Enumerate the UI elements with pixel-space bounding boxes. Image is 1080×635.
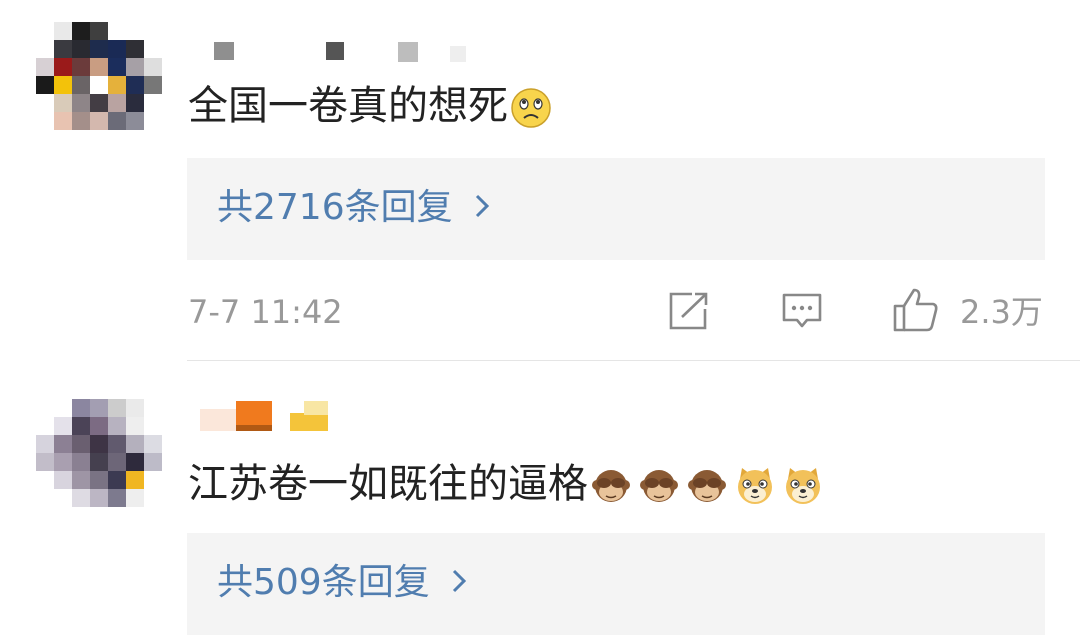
comment-text: 全国一卷真的想死 (188, 82, 558, 130)
reply-summary[interactable]: 共2716条回复 (187, 158, 1045, 260)
timestamp: 7-7 11:42 (188, 293, 343, 331)
see-no-evil-monkey-icon (592, 470, 630, 502)
edit-share-icon[interactable] (668, 291, 710, 331)
doge-icon (786, 468, 820, 504)
sad-face-icon (511, 88, 551, 128)
comment-text: 江苏卷一如既往的逼格 (188, 460, 830, 508)
doge-icon (738, 468, 772, 504)
thumbs-up-icon[interactable] (892, 286, 940, 334)
comment-icon[interactable] (781, 292, 823, 332)
view-replies-link[interactable]: 共2716条回复 (217, 184, 491, 232)
like-count: 2.3万 (960, 293, 1043, 331)
reply-summary[interactable]: 共509条回复 (187, 533, 1045, 635)
chevron-right-icon (475, 194, 489, 218)
see-no-evil-monkey-icon (688, 470, 726, 502)
avatar[interactable] (36, 399, 164, 527)
avatar[interactable] (36, 22, 164, 150)
divider (187, 360, 1080, 361)
view-replies-link[interactable]: 共509条回复 (217, 559, 468, 607)
see-no-evil-monkey-icon (640, 470, 678, 502)
username[interactable] (214, 42, 474, 64)
username[interactable] (200, 399, 350, 431)
chevron-right-icon (452, 569, 466, 593)
